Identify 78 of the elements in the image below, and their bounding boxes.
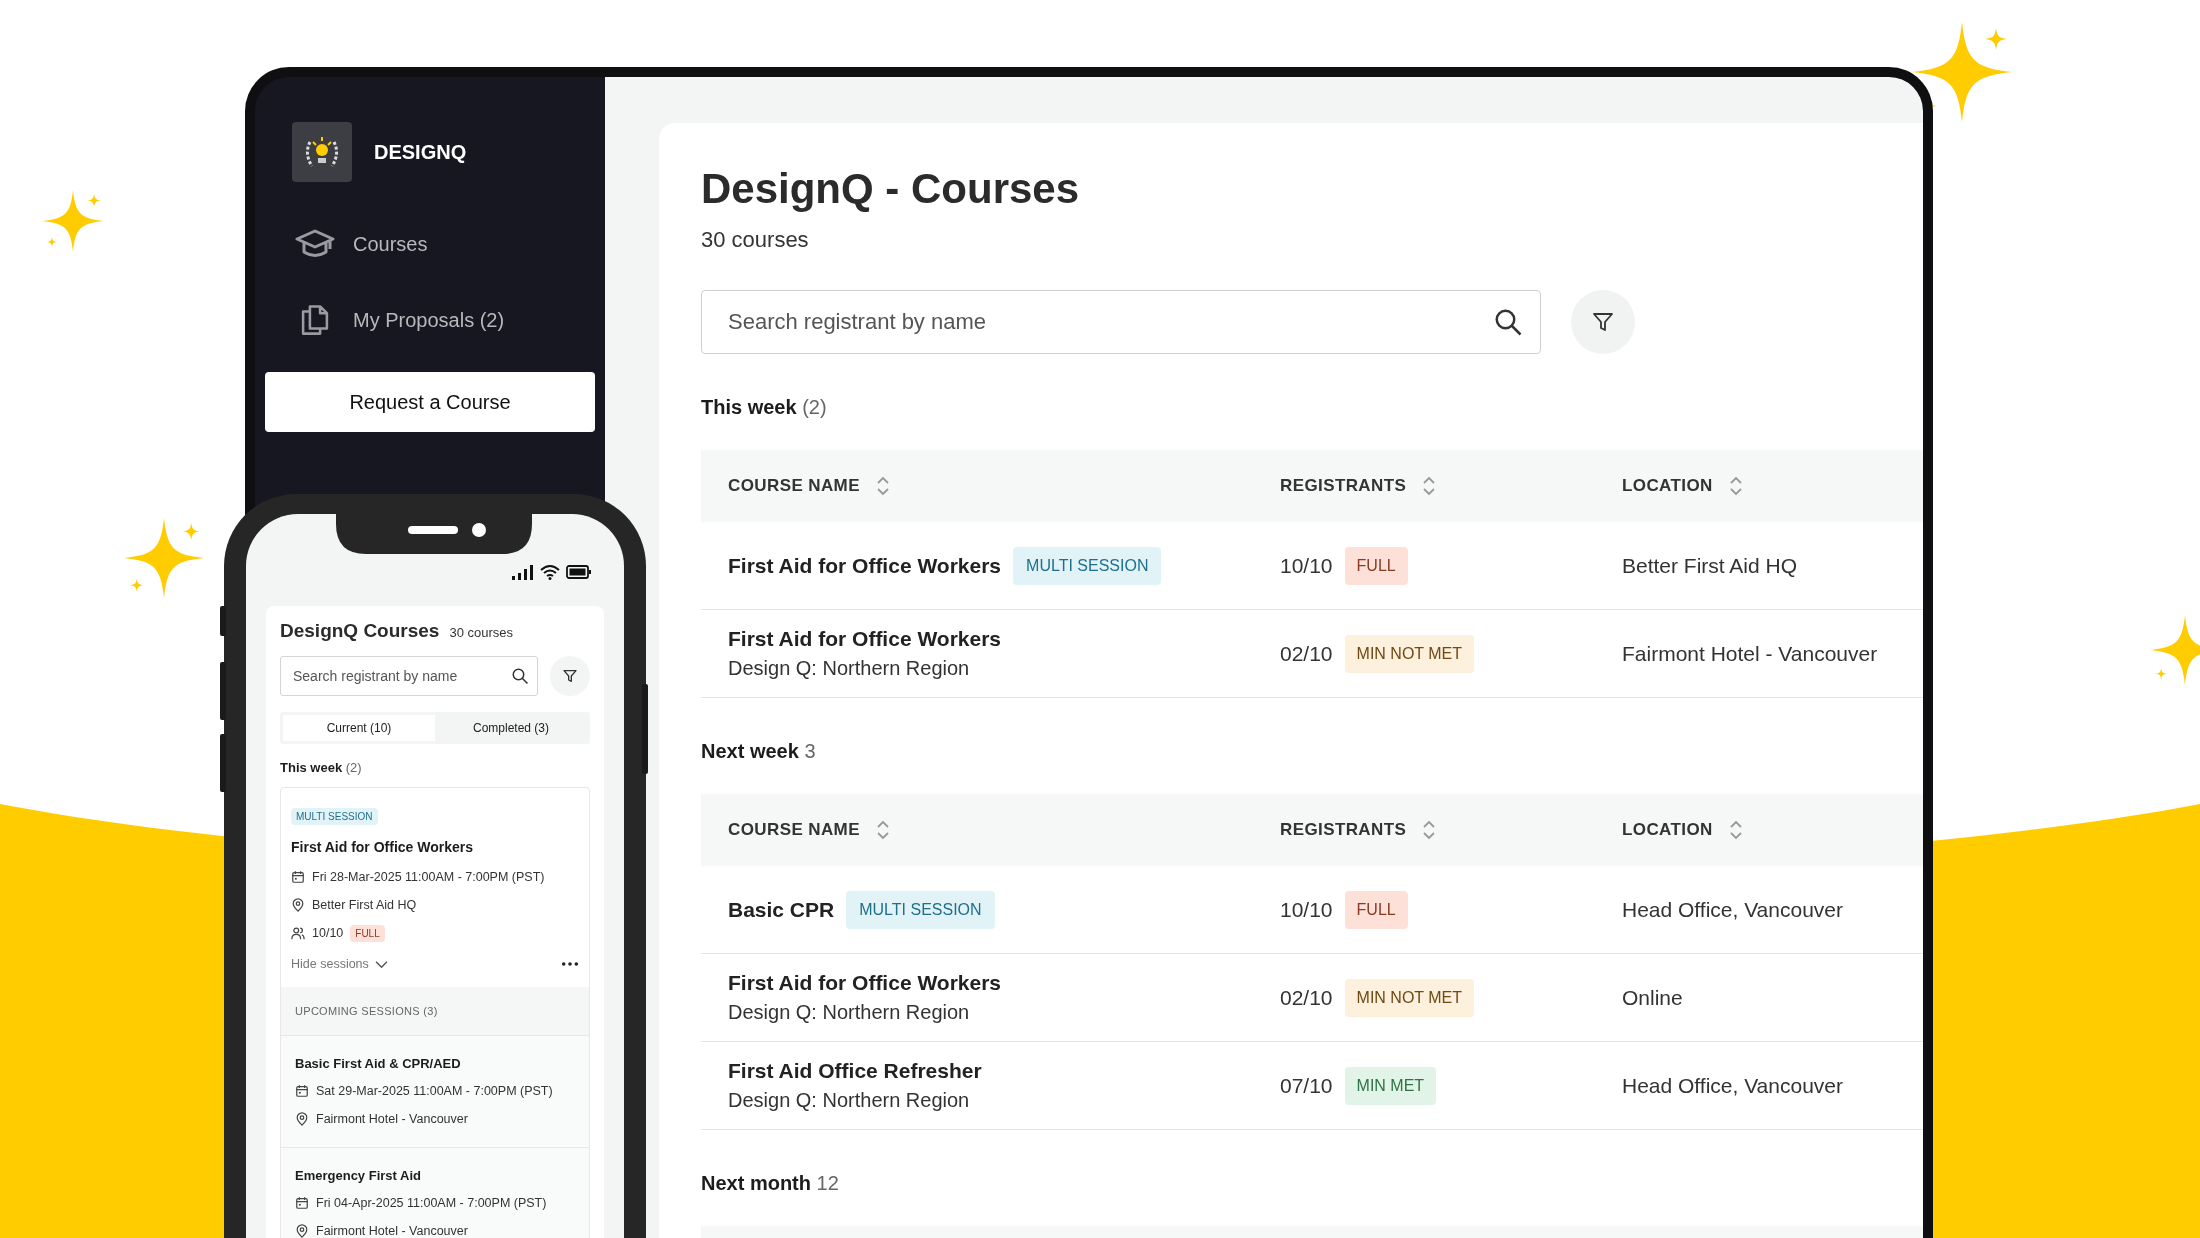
course-name[interactable]: First Aid for Office Workers [728,971,1002,996]
course-count: 30 courses [701,227,810,254]
registrant-count: 10/10 [312,926,344,940]
session-tag: MULTI SESSION [846,890,995,929]
registrant-count: 02/10 [1280,641,1333,666]
course-date: Fri 28-Mar-2025 11:00AM - 7:00PM (PST) [312,870,545,884]
registrant-count: 02/10 [1280,985,1333,1010]
status-badge: FULL [350,924,385,942]
course-name[interactable]: First Aid for Office Workers [291,839,579,855]
nav-item[interactable]: My Proposals (2) [265,282,595,358]
course-region: Design Q: Northern Region [728,657,971,681]
column-header[interactable]: LOCATION [1622,476,1713,497]
battery-icon [566,564,592,580]
section-title: This week (2) [280,760,363,775]
page-title: DesignQ - Courses [701,165,1081,214]
registrant-count: 10/10 [1280,897,1333,922]
calendar-icon [295,1084,309,1098]
course-name[interactable]: First Aid Office Refresher [728,1059,982,1084]
location-text: Better First Aid HQ [1622,553,1798,577]
brand-name: DESIGNQ [374,140,467,164]
search-field[interactable]: Search registrant by name [701,290,1541,355]
tab[interactable]: Current (10) [283,715,435,741]
column-header[interactable]: COURSE NAME [728,820,860,841]
status-badge: MIN MET [1344,1066,1437,1105]
course-location: Better First Aid HQ [312,898,417,912]
nav-item[interactable]: Courses [265,206,595,282]
status-badge: MIN NOT MET [1344,978,1475,1017]
filter-button[interactable] [550,656,590,696]
sessions-heading: UPCOMING SESSIONS (3) [295,1005,438,1017]
location-pin-icon [295,1112,309,1126]
request-course-button[interactable]: Request a Course [265,372,595,432]
registrant-count: 07/10 [1280,1073,1333,1098]
calendar-icon [291,870,305,884]
app-title: DesignQ Courses [280,620,440,642]
status-badge: FULL [1344,546,1408,585]
search-icon [511,667,529,685]
column-header[interactable]: REGISTRANTS [1280,820,1407,841]
session-date: Fri 04-Apr-2025 11:00AM - 7:00PM (PST) [316,1196,547,1210]
session-tag: MULTI SESSION [291,808,378,825]
search-field[interactable]: Search registrant by name [280,656,538,696]
calendar-icon [295,1196,309,1210]
course-count: 30 courses [449,625,514,640]
session-tag: MULTI SESSION [1013,546,1162,585]
location-pin-icon [295,1224,309,1238]
location-text: Fairmont Hotel - Vancouver [1622,641,1878,665]
location-pin-icon [291,898,305,912]
section-title: Next month 12 [701,1172,840,1196]
status-badge: FULL [1344,890,1408,929]
section-title: This week (2) [701,396,828,420]
course-name[interactable]: First Aid for Office Workers [728,553,1002,578]
tab[interactable]: Completed (3) [435,715,587,741]
search-icon [1493,307,1523,338]
session-location: Fairmont Hotel - Vancouver [316,1112,468,1126]
wifi-icon [540,564,560,580]
course-name[interactable]: First Aid for Office Workers [728,627,1002,652]
section-title: Next week 3 [701,740,817,764]
location-text: Head Office, Vancouver [1622,1073,1843,1097]
hide-sessions-toggle[interactable]: Hide sessions [291,957,388,971]
more-options-icon[interactable] [561,961,579,967]
status-badge: MIN NOT MET [1344,634,1475,673]
people-icon [291,926,305,940]
location-text: Online [1622,985,1683,1009]
session-name: Emergency First Aid [295,1168,422,1183]
column-header[interactable]: LOCATION [1622,820,1713,841]
location-text: Head Office, Vancouver [1622,897,1843,921]
session-date: Sat 29-Mar-2025 11:00AM - 7:00PM (PST) [316,1084,553,1098]
signal-icon [512,564,534,580]
column-header[interactable]: REGISTRANTS [1280,476,1407,497]
course-region: Design Q: Northern Region [728,1001,971,1025]
column-header[interactable]: COURSE NAME [728,476,860,497]
filter-icon [562,668,578,684]
course-name[interactable]: Basic CPR [728,897,835,922]
logo-icon [292,122,352,182]
registrant-count: 10/10 [1280,553,1333,578]
session-location: Fairmont Hotel - Vancouver [316,1224,468,1238]
course-region: Design Q: Northern Region [728,1089,971,1113]
session-name: Basic First Aid & CPR/AED [295,1056,462,1071]
chevron-down-icon [374,959,388,969]
